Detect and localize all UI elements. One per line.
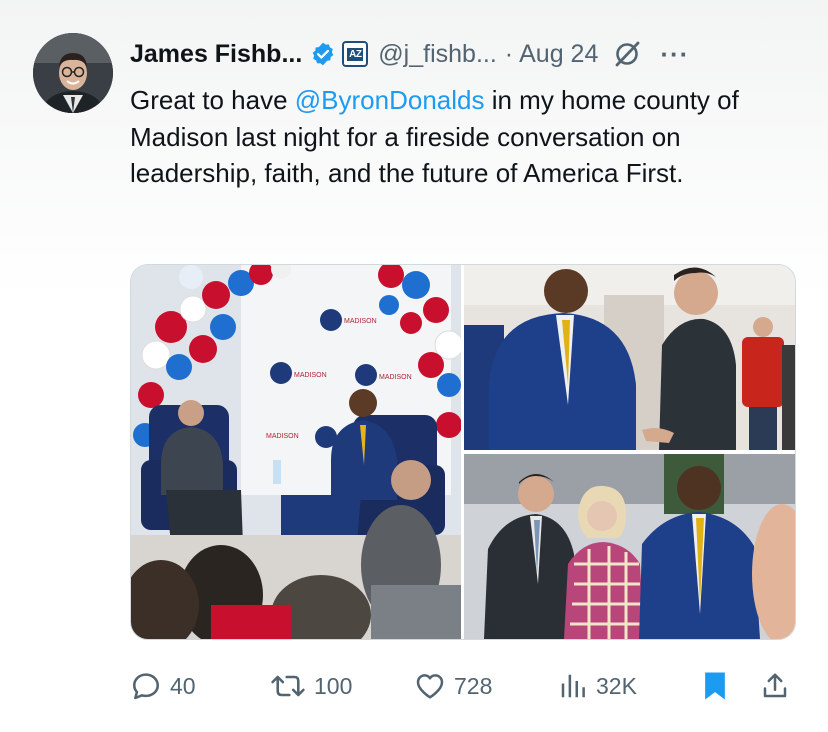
tweet-text-start: Great to have: [130, 85, 295, 115]
affiliate-badge[interactable]: AZ: [342, 41, 369, 67]
group-photo[interactable]: [464, 454, 795, 639]
tweet-date[interactable]: Aug 24: [519, 40, 598, 69]
author-name[interactable]: James Fishb...: [130, 40, 302, 69]
repost-icon: [270, 670, 306, 702]
handshake-photo[interactable]: [464, 265, 795, 450]
views-button[interactable]: 32K: [558, 664, 637, 708]
reply-count: 40: [170, 672, 196, 699]
author-handle[interactable]: @j_fishb...: [378, 40, 496, 69]
repost-button[interactable]: 100: [270, 664, 352, 708]
like-count: 728: [454, 672, 493, 699]
banner-text-2: MADISON: [294, 372, 327, 379]
tweet-text: Great to have @ByronDonalds in my home c…: [130, 82, 810, 192]
repost-count: 100: [314, 672, 353, 699]
like-icon: [414, 670, 446, 702]
views-icon: [558, 671, 588, 701]
banner-text-3: MADISON: [379, 374, 412, 381]
share-button[interactable]: [760, 664, 798, 708]
more-icon[interactable]: ···: [660, 39, 689, 70]
bookmark-button[interactable]: [700, 664, 738, 708]
bookmark-icon: [700, 670, 730, 702]
banner-text-1: MADISON: [344, 318, 377, 325]
fireside-stage-photo[interactable]: MADISON MADISON MADISON MADISON: [131, 265, 461, 639]
grok-icon[interactable]: [612, 39, 642, 69]
media-grid: MADISON MADISON MADISON MADISON: [130, 264, 796, 640]
mention-link[interactable]: @ByronDonalds: [295, 85, 485, 115]
verified-icon[interactable]: [310, 41, 336, 67]
views-count: 32K: [596, 672, 637, 699]
tweet-header: James Fishb... AZ @j_fishb... · Aug 24 ·…: [130, 36, 689, 72]
reply-icon: [130, 670, 162, 702]
action-bar: 40 100 728 32K: [130, 664, 794, 708]
reply-button[interactable]: 40: [130, 664, 196, 708]
avatar[interactable]: [33, 33, 113, 113]
banner-text-4: MADISON: [266, 433, 299, 440]
like-button[interactable]: 728: [414, 664, 492, 708]
separator-dot: ·: [504, 39, 514, 68]
share-icon: [760, 670, 790, 702]
